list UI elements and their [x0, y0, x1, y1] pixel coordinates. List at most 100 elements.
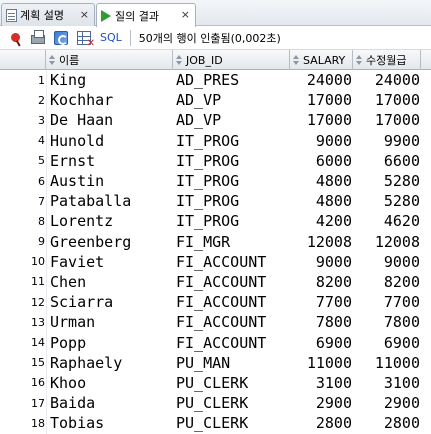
cell-salary[interactable]: 9000 — [290, 131, 353, 151]
table-row[interactable]: 5 Ernst IT_PROG 6000 6600 — [0, 151, 431, 171]
cell-salary[interactable]: 2900 — [290, 393, 353, 413]
table-row[interactable]: 4 Hunold IT_PROG 9000 9900 — [0, 131, 431, 151]
cell-name[interactable]: Urman — [50, 312, 173, 332]
cell-salary[interactable]: 9000 — [290, 252, 353, 272]
cell-name[interactable]: Greenberg — [50, 232, 173, 252]
cell-name[interactable]: Popp — [50, 332, 173, 352]
table-row[interactable]: 11 Chen FI_ACCOUNT 8200 8200 — [0, 272, 431, 292]
column-header-salary[interactable]: SALARY — [290, 50, 353, 70]
table-row[interactable]: 12 Sciarra FI_ACCOUNT 7700 7700 — [0, 292, 431, 312]
cell-adjusted-salary[interactable]: 24000 — [353, 70, 421, 90]
cell-name[interactable]: Tobias — [50, 413, 173, 433]
cell-job-id[interactable]: PU_CLERK — [176, 373, 290, 393]
table-row[interactable]: 9 Greenberg FI_MGR 12008 12008 — [0, 232, 431, 252]
column-header-name[interactable]: 이름 — [46, 50, 173, 70]
cell-adjusted-salary[interactable]: 9000 — [353, 252, 421, 272]
cell-job-id[interactable]: AD_VP — [176, 110, 290, 130]
cell-salary[interactable]: 2800 — [290, 413, 353, 433]
sql-link[interactable]: SQL — [100, 31, 122, 44]
cell-name[interactable]: King — [50, 70, 173, 90]
cell-name[interactable]: Lorentz — [50, 211, 173, 231]
cell-adjusted-salary[interactable]: 17000 — [353, 110, 421, 130]
cell-job-id[interactable]: FI_ACCOUNT — [176, 332, 290, 352]
cell-job-id[interactable]: IT_PROG — [176, 171, 290, 191]
cell-name[interactable]: Baida — [50, 393, 173, 413]
cell-job-id[interactable]: FI_ACCOUNT — [176, 312, 290, 332]
cell-salary[interactable]: 4800 — [290, 171, 353, 191]
cell-salary[interactable]: 6900 — [290, 332, 353, 352]
cell-salary[interactable]: 8200 — [290, 272, 353, 292]
cell-job-id[interactable]: PU_MAN — [176, 353, 290, 373]
cell-adjusted-salary[interactable]: 5280 — [353, 191, 421, 211]
table-row[interactable]: 6 Austin IT_PROG 4800 5280 — [0, 171, 431, 191]
cell-salary[interactable]: 7800 — [290, 312, 353, 332]
cell-salary[interactable]: 17000 — [290, 110, 353, 130]
cell-adjusted-salary[interactable]: 17000 — [353, 90, 421, 110]
cell-name[interactable]: Chen — [50, 272, 173, 292]
cell-job-id[interactable]: IT_PROG — [176, 131, 290, 151]
cell-job-id[interactable]: IT_PROG — [176, 151, 290, 171]
tab-explain-plan[interactable]: 계획 설명 × — [1, 3, 95, 26]
cell-adjusted-salary[interactable]: 6600 — [353, 151, 421, 171]
cell-name[interactable]: Sciarra — [50, 292, 173, 312]
cell-salary[interactable]: 11000 — [290, 353, 353, 373]
cell-adjusted-salary[interactable]: 7700 — [353, 292, 421, 312]
cell-name[interactable]: Raphaely — [50, 353, 173, 373]
cell-adjusted-salary[interactable]: 4620 — [353, 211, 421, 231]
cell-job-id[interactable]: IT_PROG — [176, 211, 290, 231]
cell-job-id[interactable]: PU_CLERK — [176, 393, 290, 413]
cell-salary[interactable]: 4800 — [290, 191, 353, 211]
cell-adjusted-salary[interactable]: 2900 — [353, 393, 421, 413]
cell-salary[interactable]: 17000 — [290, 90, 353, 110]
cell-job-id[interactable]: FI_ACCOUNT — [176, 272, 290, 292]
cell-adjusted-salary[interactable]: 5280 — [353, 171, 421, 191]
table-row[interactable]: 13 Urman FI_ACCOUNT 7800 7800 — [0, 312, 431, 332]
cell-salary[interactable]: 4200 — [290, 211, 353, 231]
cell-adjusted-salary[interactable]: 7800 — [353, 312, 421, 332]
cell-name[interactable]: De Haan — [50, 110, 173, 130]
table-row[interactable]: 7 Pataballa IT_PROG 4800 5280 — [0, 191, 431, 211]
cell-adjusted-salary[interactable]: 2800 — [353, 413, 421, 433]
cell-job-id[interactable]: FI_MGR — [176, 232, 290, 252]
column-header-job-id[interactable]: JOB_ID — [173, 50, 290, 70]
cell-salary[interactable]: 12008 — [290, 232, 353, 252]
cell-adjusted-salary[interactable]: 3100 — [353, 373, 421, 393]
refresh-button[interactable] — [52, 29, 70, 47]
cell-adjusted-salary[interactable]: 12008 — [353, 232, 421, 252]
column-header-adjusted-salary[interactable]: 수정월급 — [353, 50, 421, 70]
close-icon[interactable]: × — [80, 8, 89, 21]
clear-grid-button[interactable] — [75, 29, 95, 49]
table-row[interactable]: 17 Baida PU_CLERK 2900 2900 — [0, 393, 431, 413]
cell-name[interactable]: Kochhar — [50, 90, 173, 110]
cell-salary[interactable]: 7700 — [290, 292, 353, 312]
table-row[interactable]: 10 Faviet FI_ACCOUNT 9000 9000 — [0, 252, 431, 272]
pin-button[interactable] — [6, 29, 24, 47]
cell-job-id[interactable]: FI_ACCOUNT — [176, 252, 290, 272]
cell-salary[interactable]: 3100 — [290, 373, 353, 393]
table-row[interactable]: 18 Tobias PU_CLERK 2800 2800 — [0, 413, 431, 433]
cell-job-id[interactable]: AD_PRES — [176, 70, 290, 90]
cell-job-id[interactable]: IT_PROG — [176, 191, 290, 211]
close-icon[interactable]: × — [181, 8, 190, 21]
table-row[interactable]: 8 Lorentz IT_PROG 4200 4620 — [0, 211, 431, 231]
cell-salary[interactable]: 24000 — [290, 70, 353, 90]
cell-salary[interactable]: 6000 — [290, 151, 353, 171]
table-row[interactable]: 16 Khoo PU_CLERK 3100 3100 — [0, 373, 431, 393]
cell-name[interactable]: Khoo — [50, 373, 173, 393]
tab-query-result[interactable]: 질의 결과 × — [96, 3, 196, 27]
table-row[interactable]: 14 Popp FI_ACCOUNT 6900 6900 — [0, 332, 431, 352]
cell-adjusted-salary[interactable]: 11000 — [353, 353, 421, 373]
table-row[interactable]: 15 Raphaely PU_MAN 11000 11000 — [0, 353, 431, 373]
cell-name[interactable]: Pataballa — [50, 191, 173, 211]
cell-name[interactable]: Austin — [50, 171, 173, 191]
table-row[interactable]: 2 Kochhar AD_VP 17000 17000 — [0, 90, 431, 110]
cell-adjusted-salary[interactable]: 9900 — [353, 131, 421, 151]
cell-job-id[interactable]: FI_ACCOUNT — [176, 292, 290, 312]
cell-adjusted-salary[interactable]: 8200 — [353, 272, 421, 292]
cell-name[interactable]: Ernst — [50, 151, 173, 171]
cell-name[interactable]: Faviet — [50, 252, 173, 272]
cell-adjusted-salary[interactable]: 6900 — [353, 332, 421, 352]
print-button[interactable] — [29, 29, 47, 47]
table-row[interactable]: 1 King AD_PRES 24000 24000 — [0, 70, 431, 90]
cell-job-id[interactable]: AD_VP — [176, 90, 290, 110]
